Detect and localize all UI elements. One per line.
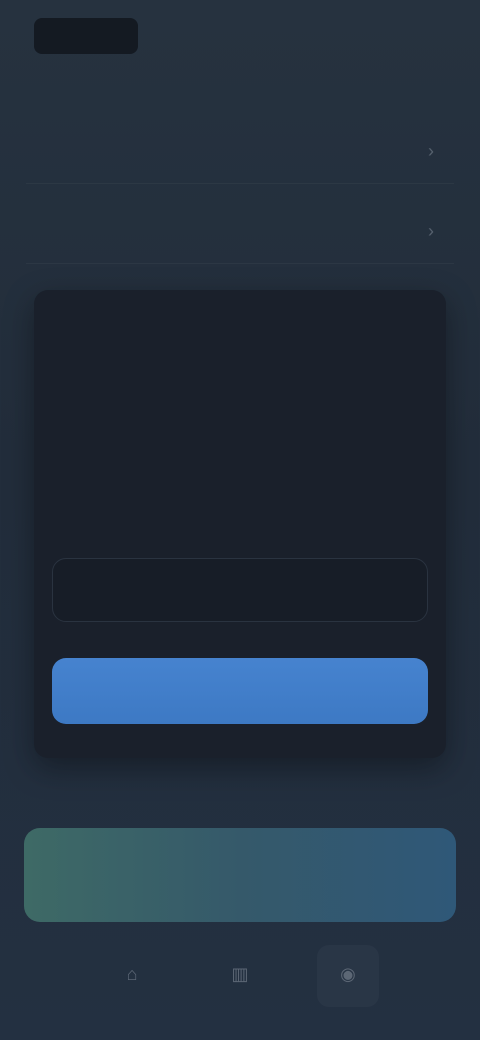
nav-item-home[interactable]: ⌂ [101,945,163,1007]
profile-icon: ◉ [340,964,356,984]
header-action-button[interactable] [426,30,446,42]
home-icon: ⌂ [126,964,138,984]
promo-banner[interactable] [24,828,456,922]
nav-item-profile[interactable]: ◉ [317,945,379,1007]
chevron-right-icon: › [428,221,434,241]
bottom-navigation: ⌂ ▥ ◉ [0,936,480,1016]
nav-item-stats[interactable]: ▥ [209,945,271,1007]
app-screen: › › ⌂ ▥ ◉ [0,0,480,1040]
dialog-secondary-button[interactable] [52,558,428,622]
top-bar [0,0,480,72]
settings-row[interactable]: › [26,120,454,184]
app-logo [34,18,138,54]
chart-icon: ▥ [231,964,249,984]
dialog-primary-button[interactable] [52,658,428,724]
dialog [34,290,446,758]
settings-row[interactable]: › [26,200,454,264]
chevron-right-icon: › [428,141,434,161]
